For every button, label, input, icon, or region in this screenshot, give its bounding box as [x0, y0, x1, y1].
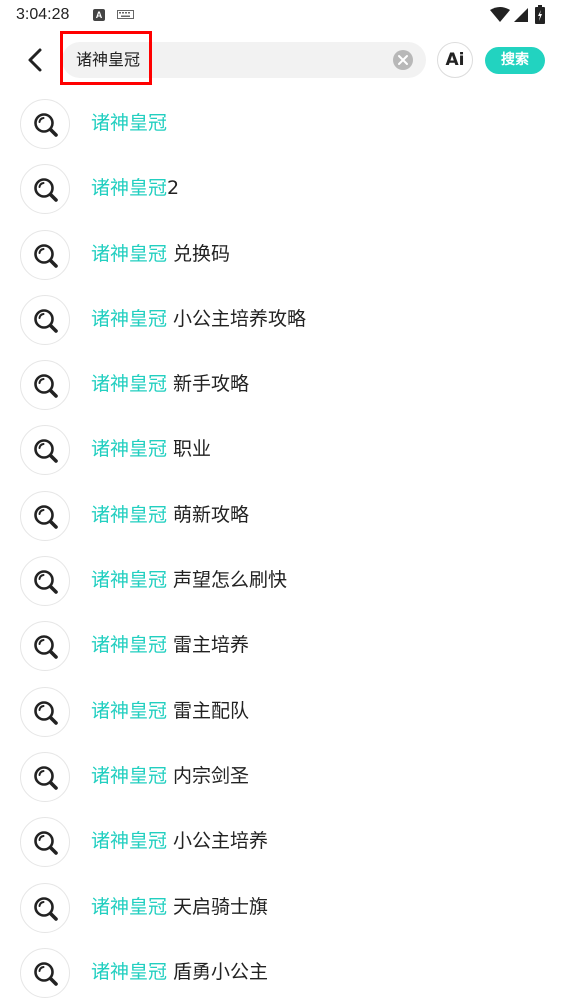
suggestion-keyword: 诸神皇冠	[91, 112, 168, 134]
search-icon-circle	[20, 947, 70, 998]
suggestion-rest: 小公主培养攻略	[167, 307, 307, 330]
suggestion-text: 诸神皇冠 盾勇小公主	[91, 960, 268, 984]
suggestion-rest: 职业	[167, 438, 212, 461]
suggestion-keyword: 诸神皇冠	[91, 895, 168, 918]
search-icon-circle	[20, 621, 70, 672]
list-item[interactable]: 诸神皇冠 雷主配队	[0, 679, 565, 744]
suggestion-keyword: 诸神皇冠	[91, 438, 168, 461]
back-button[interactable]	[22, 46, 50, 74]
suggestion-keyword: 诸神皇冠	[91, 569, 168, 592]
search-icon	[34, 113, 58, 137]
suggestion-text: 诸神皇冠 新手攻略	[91, 372, 249, 396]
list-item[interactable]: 诸神皇冠 新手攻略	[0, 352, 565, 417]
ai-button[interactable]: Ai	[437, 42, 473, 78]
list-item[interactable]: 诸神皇冠 小公主培养	[0, 809, 565, 874]
search-icon-circle	[20, 294, 70, 345]
list-item[interactable]: 诸神皇冠 天启骑士旗	[0, 875, 565, 940]
search-icon-circle	[20, 99, 70, 149]
search-icon-circle	[20, 425, 70, 476]
suggestion-rest: 天启骑士旗	[167, 895, 269, 918]
search-button[interactable]: 搜索	[485, 47, 545, 74]
suggestion-rest: 兑换码	[167, 242, 231, 265]
suggestion-keyword: 诸神皇冠	[91, 699, 168, 722]
suggestion-rest: 雷主培养	[167, 634, 250, 657]
status-time: 3:04:28	[16, 6, 70, 23]
search-icon	[34, 243, 58, 268]
suggestion-text: 诸神皇冠 雷主培养	[91, 633, 249, 657]
search-icon-circle	[20, 164, 70, 215]
suggestion-rest: 声望怎么刷快	[167, 569, 288, 592]
list-item[interactable]: 诸神皇冠 内宗剑圣	[0, 744, 565, 809]
list-item[interactable]: 诸神皇冠 声望怎么刷快	[0, 548, 565, 613]
suggestion-text: 诸神皇冠 职业	[91, 437, 211, 461]
search-icon	[34, 962, 58, 986]
search-icon	[34, 766, 58, 790]
search-icon-circle	[20, 556, 70, 607]
suggestion-rest: 小公主培养	[167, 830, 269, 853]
suggestion-keyword: 诸神皇冠	[91, 830, 168, 853]
search-icon	[34, 896, 58, 921]
suggestion-rest: 萌新攻略	[167, 503, 250, 526]
list-item[interactable]: 诸神皇冠2	[0, 156, 565, 221]
highlight-box	[60, 31, 152, 85]
suggestion-text: 诸神皇冠 小公主培养攻略	[91, 307, 306, 331]
suggestion-text: 诸神皇冠 雷主配队	[91, 699, 249, 723]
list-item[interactable]: 诸神皇冠 职业	[0, 417, 565, 482]
clear-circle-icon[interactable]	[393, 50, 413, 70]
suggestion-rest: 2	[167, 177, 180, 200]
suggestion-text: 诸神皇冠 兑换码	[91, 242, 230, 266]
suggestion-keyword: 诸神皇冠	[91, 960, 168, 983]
list-item[interactable]: 诸神皇冠	[0, 91, 565, 156]
cell-signal-icon	[514, 8, 528, 22]
search-icon	[34, 831, 58, 856]
search-icon	[34, 439, 58, 464]
suggestion-text: 诸神皇冠 内宗剑圣	[91, 764, 249, 788]
keyboard-icon	[117, 10, 134, 19]
search-icon	[34, 374, 58, 398]
search-icon	[34, 570, 58, 594]
status-bar: 3:04:28 A	[0, 0, 565, 30]
suggestion-keyword: 诸神皇冠	[91, 764, 168, 787]
battery-charging-icon	[535, 5, 545, 24]
list-item[interactable]: 诸神皇冠 盾勇小公主	[0, 940, 565, 1005]
wifi-icon	[490, 7, 510, 22]
suggestion-rest: 内宗剑圣	[167, 764, 250, 787]
suggestion-text: 诸神皇冠 小公主培养	[91, 829, 268, 853]
suggestion-text: 诸神皇冠2	[91, 176, 179, 200]
list-item[interactable]: 诸神皇冠 雷主培养	[0, 613, 565, 678]
suggestion-text: 诸神皇冠 萌新攻略	[91, 503, 249, 527]
search-icon-circle	[20, 751, 70, 802]
search-icon	[34, 309, 58, 333]
suggestion-keyword: 诸神皇冠	[91, 242, 168, 265]
list-item[interactable]: 诸神皇冠 小公主培养攻略	[0, 287, 565, 352]
search-icon-circle	[20, 490, 70, 541]
suggestion-keyword: 诸神皇冠	[91, 503, 168, 526]
suggestion-text: 诸神皇冠	[91, 111, 167, 135]
suggestion-rest: 新手攻略	[167, 373, 250, 396]
suggestion-text: 诸神皇冠 声望怎么刷快	[91, 568, 287, 592]
list-item[interactable]: 诸神皇冠 兑换码	[0, 222, 565, 287]
a-notification-icon: A	[93, 9, 105, 21]
search-icon-circle	[20, 882, 70, 933]
suggestion-keyword: 诸神皇冠	[91, 373, 168, 396]
search-icon-circle	[20, 229, 70, 280]
suggestion-keyword: 诸神皇冠	[91, 634, 168, 657]
search-icon	[34, 178, 58, 203]
suggestion-rest: 盾勇小公主	[167, 960, 269, 983]
search-icon-circle	[20, 817, 70, 868]
list-item[interactable]: 诸神皇冠 萌新攻略	[0, 483, 565, 548]
suggestion-text: 诸神皇冠 天启骑士旗	[91, 895, 268, 919]
search-icon	[34, 635, 58, 660]
search-icon	[34, 700, 58, 725]
suggestion-keyword: 诸神皇冠	[91, 177, 168, 200]
search-icon-circle	[20, 360, 70, 411]
suggestion-list: 诸神皇冠 诸神皇冠2 诸神皇冠 兑换码 诸神皇冠 小公主培养攻略 诸神皇冠 新手攻略 诸神…	[0, 91, 565, 1005]
suggestion-rest: 雷主配队	[167, 699, 250, 722]
search-icon-circle	[20, 686, 70, 737]
search-icon	[34, 504, 58, 529]
suggestion-keyword: 诸神皇冠	[91, 307, 168, 330]
